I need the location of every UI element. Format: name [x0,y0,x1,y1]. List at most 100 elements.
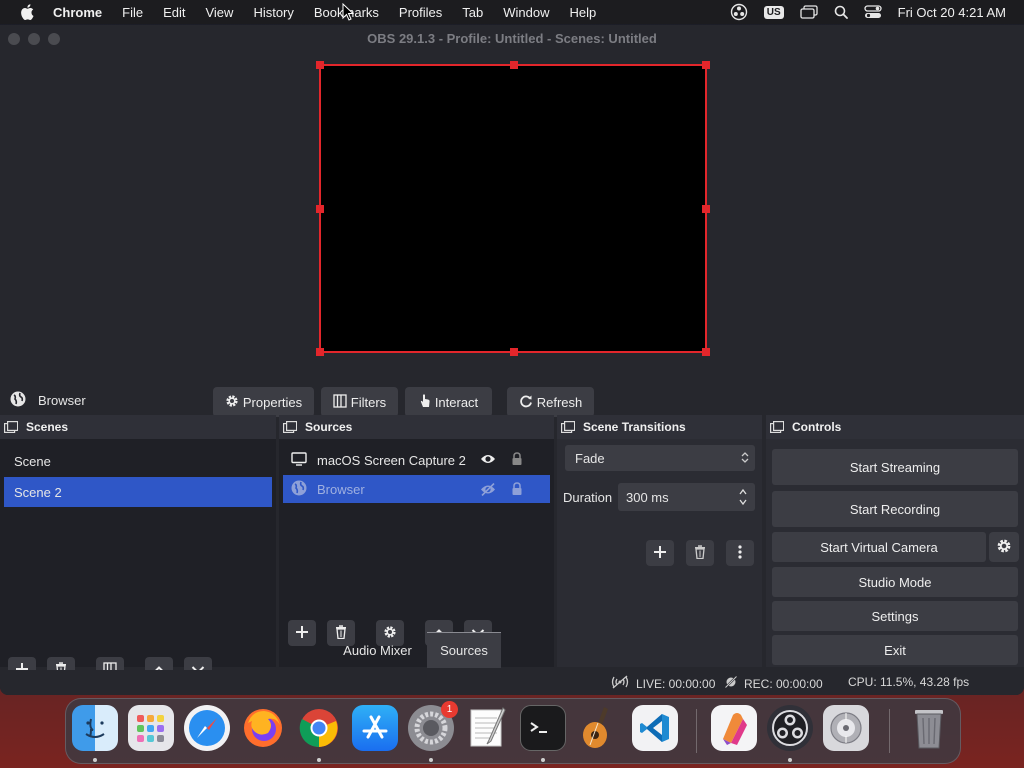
menu-view[interactable]: View [205,5,233,20]
globe-icon [291,480,307,499]
finder-icon[interactable] [72,705,118,751]
menu-help[interactable]: Help [570,5,597,20]
resize-handle[interactable] [316,348,324,356]
globe-icon [10,391,26,410]
plus-icon [295,625,309,642]
updown-arrows-icon [741,451,749,467]
dock-float-icon[interactable] [770,421,785,434]
transition-select[interactable]: Fade [565,445,755,471]
scene-item-label: Scene 2 [14,484,62,500]
menu-file[interactable]: File [122,5,143,20]
disk-utility-icon[interactable] [823,705,869,751]
launchpad-icon[interactable] [128,705,174,751]
controls-dock: Controls Start Streaming Start Recording… [766,415,1024,667]
preview-canvas[interactable] [316,61,710,356]
obs-window: OBS 29.1.3 - Profile: Untitled - Scenes:… [0,25,1024,695]
pixelmator-icon[interactable] [711,705,757,751]
add-source-button[interactable] [288,620,316,646]
resize-handle[interactable] [316,205,324,213]
settings-label: Settings [871,608,919,624]
settings-button[interactable]: Settings [772,601,1018,631]
filters-button[interactable]: Filters [321,387,398,417]
app-store-icon[interactable] [352,705,398,751]
source-item-label: Browser [317,481,365,497]
resize-handle[interactable] [702,61,710,69]
source-item-selected[interactable]: Browser [283,475,550,503]
input-source-icon[interactable]: US [763,5,784,19]
start-virtual-camera-label: Start Virtual Camera [820,539,938,555]
transitions-header[interactable]: Scene Transitions [557,415,762,439]
studio-mode-button[interactable]: Studio Mode [772,567,1018,597]
running-indicator [317,758,321,762]
obs-icon[interactable] [767,705,813,751]
start-streaming-button[interactable]: Start Streaming [772,449,1018,485]
window-titlebar[interactable]: OBS 29.1.3 - Profile: Untitled - Scenes:… [0,25,1024,53]
resize-handle[interactable] [702,205,710,213]
dock-float-icon[interactable] [283,421,298,434]
resize-handle[interactable] [702,348,710,356]
add-transition-button[interactable] [646,540,674,566]
apple-icon[interactable] [19,4,35,20]
safari-icon[interactable] [184,705,230,751]
preview-area[interactable] [0,53,1024,387]
dock-float-icon[interactable] [561,421,576,434]
rec-timer: REC: 00:00:00 [744,676,823,691]
source-item[interactable]: macOS Screen Capture 2 [283,445,550,475]
resize-handle[interactable] [510,61,518,69]
window-switcher-icon[interactable] [799,5,818,19]
menu-bar: Chrome File Edit View History Bookmarks … [0,0,1024,24]
sources-header[interactable]: Sources [279,415,554,439]
start-virtual-camera-button[interactable]: Start Virtual Camera [772,532,986,562]
terminal-icon[interactable] [520,705,566,751]
vscode-icon[interactable] [632,705,678,751]
eye-icon[interactable] [480,453,496,468]
menu-profiles[interactable]: Profiles [399,5,442,20]
menu-tab[interactable]: Tab [462,5,483,20]
interact-button[interactable]: Interact [405,387,492,417]
transitions-title: Scene Transitions [583,420,686,434]
tab-sources[interactable]: Sources [427,632,501,668]
virtual-camera-settings-button[interactable] [989,532,1019,562]
resize-handle[interactable] [316,61,324,69]
start-recording-button[interactable]: Start Recording [772,491,1018,527]
textedit-icon[interactable] [464,705,510,751]
refresh-button[interactable]: Refresh [507,387,594,417]
resize-handle[interactable] [510,348,518,356]
spotlight-search-icon[interactable] [834,5,848,19]
chrome-icon[interactable] [296,705,342,751]
spin-arrows-icon[interactable] [739,488,747,509]
menu-window[interactable]: Window [503,5,549,20]
scenes-header[interactable]: Scenes [0,415,276,439]
menu-app-name[interactable]: Chrome [53,5,102,20]
duration-spinbox[interactable]: 300 ms [618,483,755,511]
firefox-icon[interactable] [240,705,286,751]
eye-hidden-icon[interactable] [480,482,496,499]
scene-item[interactable]: Scene [4,446,272,476]
exit-button[interactable]: Exit [772,635,1018,665]
control-center-icon[interactable] [863,5,882,19]
scene-item-selected[interactable]: Scene 2 [4,477,272,507]
transition-properties-button[interactable] [726,540,754,566]
scenes-dock: Scenes Scene Scene 2 [0,415,276,683]
garageband-icon[interactable] [576,705,622,751]
lock-icon[interactable] [511,452,523,469]
system-settings-icon[interactable]: 1 [408,701,458,751]
duration-value: 300 ms [626,489,669,505]
controls-header[interactable]: Controls [766,415,1024,439]
live-timer: LIVE: 00:00:00 [636,676,716,691]
sources-dock: Sources macOS Screen Capture 2 Browser [279,415,554,667]
dock-float-icon[interactable] [4,421,19,434]
gear-icon [996,538,1012,557]
obs-status-icon[interactable] [730,3,748,21]
remove-transition-button[interactable] [686,540,714,566]
transitions-body: Fade Duration 300 ms [557,439,762,667]
tab-audio-mixer[interactable]: Audio Mixer [328,632,427,668]
exit-label: Exit [884,642,906,658]
menu-history[interactable]: History [253,5,293,20]
properties-button[interactable]: Properties [213,387,314,417]
lock-icon[interactable] [511,482,523,499]
trash-icon[interactable] [906,705,952,751]
stream-off-icon [610,675,630,692]
menu-clock[interactable]: Fri Oct 20 4:21 AM [898,5,1006,20]
menu-edit[interactable]: Edit [163,5,185,20]
